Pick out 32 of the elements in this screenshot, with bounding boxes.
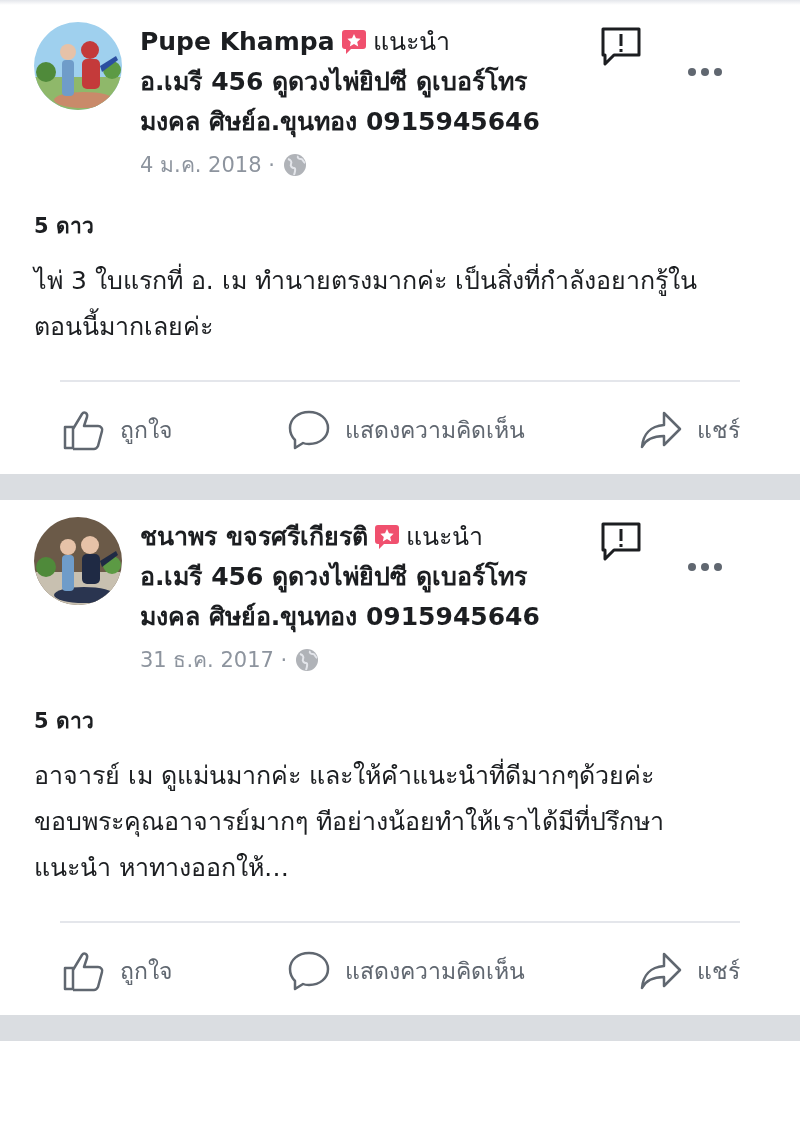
comment-button[interactable]: แสดงความคิดเห็น	[282, 406, 529, 454]
page-name[interactable]: อ.เมรี 456 ดูดวงไพ่ยิปซี ดูเบอร์โทรมงคล ศิษย์อ.ขุนทอง 0915945646	[140, 62, 580, 142]
like-button[interactable]: ถูกใจ	[58, 947, 176, 995]
thumbs-up-icon	[62, 950, 106, 992]
author-name[interactable]: Pupe Khampa	[140, 22, 335, 62]
speech-bubble-icon	[286, 409, 331, 451]
page-name[interactable]: อ.เมรี 456 ดูดวงไพ่ยิปซี ดูเบอร์โทรมงคล ศิษย์อ.ขุนทอง 0915945646	[140, 557, 580, 637]
recommend-icon	[373, 524, 400, 550]
rating-text: 5 ดาว	[33, 213, 95, 240]
more-icon[interactable]	[687, 67, 723, 77]
share-button[interactable]: แชร์	[635, 406, 744, 454]
share-arrow-icon	[639, 950, 683, 992]
author-name[interactable]: ชนาพร ขจรศรีเกียรติ	[140, 517, 368, 557]
post-date[interactable]: 31 ธ.ค. 2017 ·	[140, 643, 288, 676]
speech-bubble-icon	[286, 950, 331, 992]
comment-button[interactable]: แสดงความคิดเห็น	[282, 947, 529, 995]
share-button[interactable]: แชร์	[635, 947, 744, 995]
thumbs-up-icon	[62, 409, 106, 451]
review-text: อาจารย์ เม ดูแม่นมากค่ะ และให้คำแนะนำที่ดีมากๆด้วยค่ะ ขอบพระคุณอาจารย์มากๆ ทีอย่างน้อยทำให้เราได้มีที่ปรึกษาแนะนำ หาทางออกให้…	[0, 737, 800, 891]
globe-icon	[282, 152, 307, 177]
post-date[interactable]: 4 ม.ค. 2018 ·	[140, 148, 275, 181]
report-icon[interactable]	[600, 521, 642, 563]
globe-icon	[295, 647, 320, 672]
review-text: ไพ่ 3 ใบแรกที่ อ. เม ทำนายตรงมากค่ะ เป็นสิ่งที่กำลังอยากรู้ในตอนนี้มากเลยค่ะ	[0, 242, 800, 350]
rating-text: 5 ดาว	[33, 708, 95, 735]
recommend-icon	[340, 29, 367, 55]
share-arrow-icon	[639, 409, 683, 451]
like-button[interactable]: ถูกใจ	[58, 406, 176, 454]
recommends-label: แนะนำ	[405, 521, 483, 553]
recommends-label: แนะนำ	[372, 26, 450, 58]
more-icon[interactable]	[687, 562, 723, 572]
report-icon[interactable]	[600, 26, 642, 68]
